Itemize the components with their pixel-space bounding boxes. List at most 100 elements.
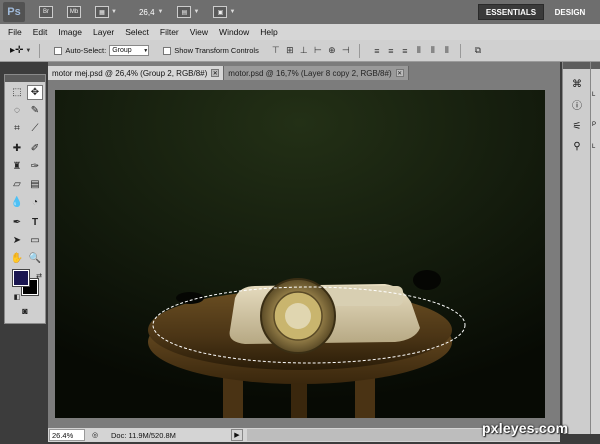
bridge-button[interactable]: Br: [39, 4, 53, 20]
stamp-icon[interactable]: ♜: [9, 159, 25, 174]
align-top-icon[interactable]: ⊤: [271, 45, 281, 57]
options-bar: ▸✛ ▼ Auto-Select: Group ▼ Show Transform …: [0, 40, 600, 62]
panel-dock-header[interactable]: [563, 62, 590, 69]
show-transform-checkbox[interactable]: [163, 46, 172, 55]
distribute-vcenter-icon[interactable]: ≡: [386, 45, 396, 57]
panel-dock-header[interactable]: [591, 62, 600, 69]
divider: [358, 43, 360, 58]
type-icon[interactable]: T: [27, 215, 43, 230]
menu-edit[interactable]: Edit: [33, 27, 48, 37]
move-tool-preset-icon[interactable]: ▸✛: [10, 45, 23, 56]
shape-icon[interactable]: ▭: [27, 233, 43, 248]
history-brush-icon[interactable]: ✑: [27, 159, 43, 174]
dial-label: [285, 303, 311, 329]
canvas[interactable]: [55, 90, 545, 418]
masks-panel-icon[interactable]: ⚲: [569, 138, 585, 154]
photoshop-window: Ps Br Mb ▦ ▼ 26,4 ▼ ▤ ▼ ▣ ▼ ESSENTIALS DESI…: [0, 0, 600, 444]
eraser-icon[interactable]: ▱: [9, 177, 25, 192]
menu-filter[interactable]: Filter: [160, 27, 179, 37]
blur-icon[interactable]: 💧: [9, 195, 25, 210]
foreground-color-swatch[interactable]: [12, 269, 30, 287]
align-bottom-icon[interactable]: ⊥: [299, 45, 309, 57]
tab-motor-mej[interactable]: motor mej.psd @ 26,4% (Group 2, RGB/8#) …: [48, 66, 225, 80]
panel-tab-l[interactable]: L: [592, 92, 595, 98]
gradient-icon[interactable]: ▤: [27, 177, 43, 192]
quick-select-icon[interactable]: ✎: [27, 103, 43, 118]
dodge-icon[interactable]: ◔: [27, 195, 43, 210]
zoom-icon[interactable]: 🔍: [27, 251, 43, 266]
info-panel-icon[interactable]: ⓘ: [569, 96, 585, 112]
align-hcenter-icon[interactable]: ⊕: [327, 45, 337, 57]
menu-file[interactable]: File: [8, 27, 22, 37]
align-vcenter-icon[interactable]: ⊞: [285, 45, 295, 57]
info-icon[interactable]: ◎: [89, 429, 101, 441]
arrange-documents-button[interactable]: ▤ ▼: [177, 4, 199, 20]
screen-mode-icon: ▣: [213, 6, 228, 18]
workspace-design[interactable]: DESIGN: [550, 4, 590, 20]
align-left-icon[interactable]: ⊢: [313, 45, 323, 57]
tab-label: motor mej.psd @ 26,4% (Group 2, RGB/8#): [52, 68, 208, 78]
chevron-down-icon: ▼: [229, 9, 236, 15]
align-buttons: ⊤ ⊞ ⊥ ⊢ ⊕ ⊣: [271, 45, 351, 57]
marquee-icon[interactable]: ⬚: [9, 85, 25, 100]
menu-window[interactable]: Window: [219, 27, 249, 37]
history-panel-icon[interactable]: ⌘: [569, 76, 585, 92]
stool-leg: [355, 378, 375, 418]
workspace-essentials[interactable]: ESSENTIALS: [478, 4, 544, 20]
close-icon[interactable]: ✕: [211, 69, 220, 77]
status-zoom-field[interactable]: 26.4%: [49, 429, 85, 441]
menu-image[interactable]: Image: [58, 27, 82, 37]
panel-tab-p[interactable]: P: [592, 122, 596, 128]
quick-mask-icon[interactable]: ◙: [17, 303, 33, 318]
brush-icon[interactable]: ✐: [27, 141, 43, 156]
crop-icon[interactable]: ⌗: [9, 121, 25, 136]
chevron-down-icon: ▼: [143, 47, 149, 54]
healing-icon[interactable]: ✚: [9, 141, 25, 156]
panel-tab-l2[interactable]: L: [592, 144, 595, 150]
auto-select-dropdown[interactable]: Group ▼: [109, 45, 150, 56]
document-area: motor mej.psd @ 26,4% (Group 2, RGB/8#) …: [48, 62, 560, 432]
tab-label: motor.psd @ 16,7% (Layer 8 copy 2, RGB/8…: [228, 68, 392, 78]
hand-icon[interactable]: ✋: [9, 251, 25, 266]
distribute-right-icon[interactable]: ⫴: [442, 45, 452, 57]
zoom-level[interactable]: 26,4: [139, 8, 155, 17]
auto-select-checkbox[interactable]: [54, 46, 63, 55]
lasso-icon[interactable]: ◌: [9, 103, 25, 118]
auto-select-value: Group: [112, 47, 132, 54]
menu-select[interactable]: Select: [125, 27, 149, 37]
eyedropper-icon[interactable]: ⟋: [27, 121, 43, 136]
adjustments-panel-icon[interactable]: ⚟: [569, 118, 585, 134]
tools-panel-header[interactable]: [5, 75, 45, 82]
align-right-icon[interactable]: ⊣: [341, 45, 351, 57]
auto-select-option[interactable]: Auto-Select: Group ▼: [54, 45, 150, 56]
screen-mode-button[interactable]: ▣ ▼: [213, 4, 235, 20]
tab-motor[interactable]: motor.psd @ 16,7% (Layer 8 copy 2, RGB/8…: [224, 66, 409, 80]
distribute-hcenter-icon[interactable]: ⫴: [428, 45, 438, 57]
show-transform-option[interactable]: Show Transform Controls: [163, 46, 259, 55]
default-colors-icon[interactable]: ◧: [9, 289, 25, 304]
watermark: pxleyes.com: [482, 420, 569, 436]
stool-leg: [291, 380, 307, 418]
auto-select-label: Auto-Select:: [65, 46, 107, 55]
panel-dock: ⌘ ⓘ ⚟ ⚲: [562, 62, 590, 434]
view-extras-button[interactable]: ▦ ▼: [95, 4, 117, 20]
status-doc-size: Doc: 11.9M/520.8M: [111, 430, 176, 440]
chevron-down-icon[interactable]: ▼: [158, 9, 164, 15]
document-tabs: motor mej.psd @ 26,4% (Group 2, RGB/8#) …: [48, 66, 409, 80]
distribute-left-icon[interactable]: ⫴: [414, 45, 424, 57]
chevron-down-icon[interactable]: ▼: [25, 48, 31, 54]
status-menu-arrow-icon[interactable]: ▶: [231, 429, 243, 441]
swap-colors-icon[interactable]: ⇄: [31, 268, 47, 283]
distribute-bottom-icon[interactable]: ≡: [400, 45, 410, 57]
move-icon[interactable]: ✥: [27, 85, 43, 100]
path-select-icon[interactable]: ➤: [9, 233, 25, 248]
photo-canvas[interactable]: [55, 90, 545, 418]
pen-icon[interactable]: ✒: [9, 215, 25, 230]
menu-help[interactable]: Help: [260, 27, 277, 37]
menu-layer[interactable]: Layer: [93, 27, 114, 37]
close-icon[interactable]: ✕: [395, 69, 404, 77]
auto-align-icon[interactable]: ⧉: [473, 45, 483, 57]
mini-bridge-button[interactable]: Mb: [67, 4, 81, 20]
distribute-top-icon[interactable]: ≡: [372, 45, 382, 57]
menu-view[interactable]: View: [190, 27, 208, 37]
